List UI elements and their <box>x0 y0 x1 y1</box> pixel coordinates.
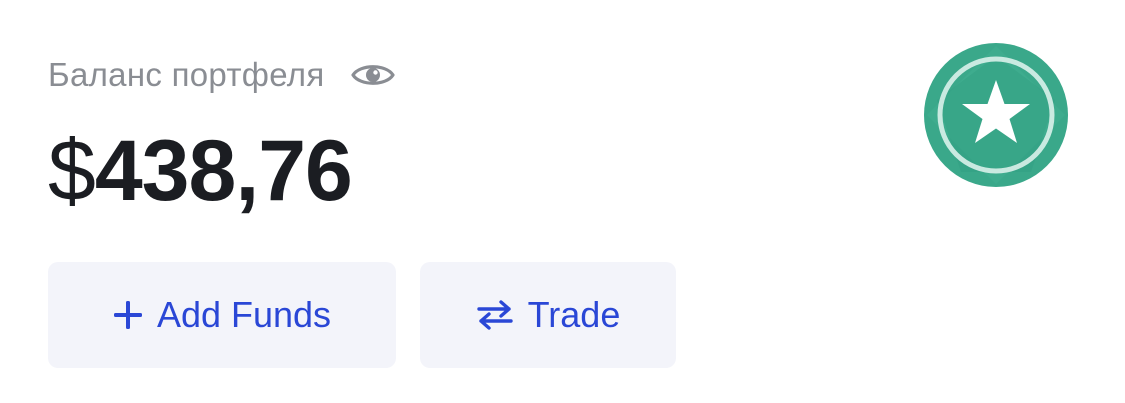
currency-symbol: $ <box>48 123 96 219</box>
add-funds-label: Add Funds <box>156 294 332 335</box>
plus-icon <box>113 300 143 330</box>
balance-number: 438,76 <box>94 123 353 219</box>
balance-amount: $438,76 <box>48 122 353 221</box>
add-funds-button[interactable]: Add Funds <box>48 262 396 368</box>
trade-button[interactable]: Trade <box>420 262 676 368</box>
star-badge-icon[interactable] <box>923 42 1069 188</box>
action-buttons: Add Funds Trade <box>48 262 676 368</box>
balance-header: Баланс портфеля <box>48 56 395 94</box>
trade-label: Trade <box>527 294 621 335</box>
eye-icon[interactable] <box>350 60 395 90</box>
balance-label: Баланс портфеля <box>48 56 325 93</box>
swap-arrows-icon <box>476 300 514 330</box>
